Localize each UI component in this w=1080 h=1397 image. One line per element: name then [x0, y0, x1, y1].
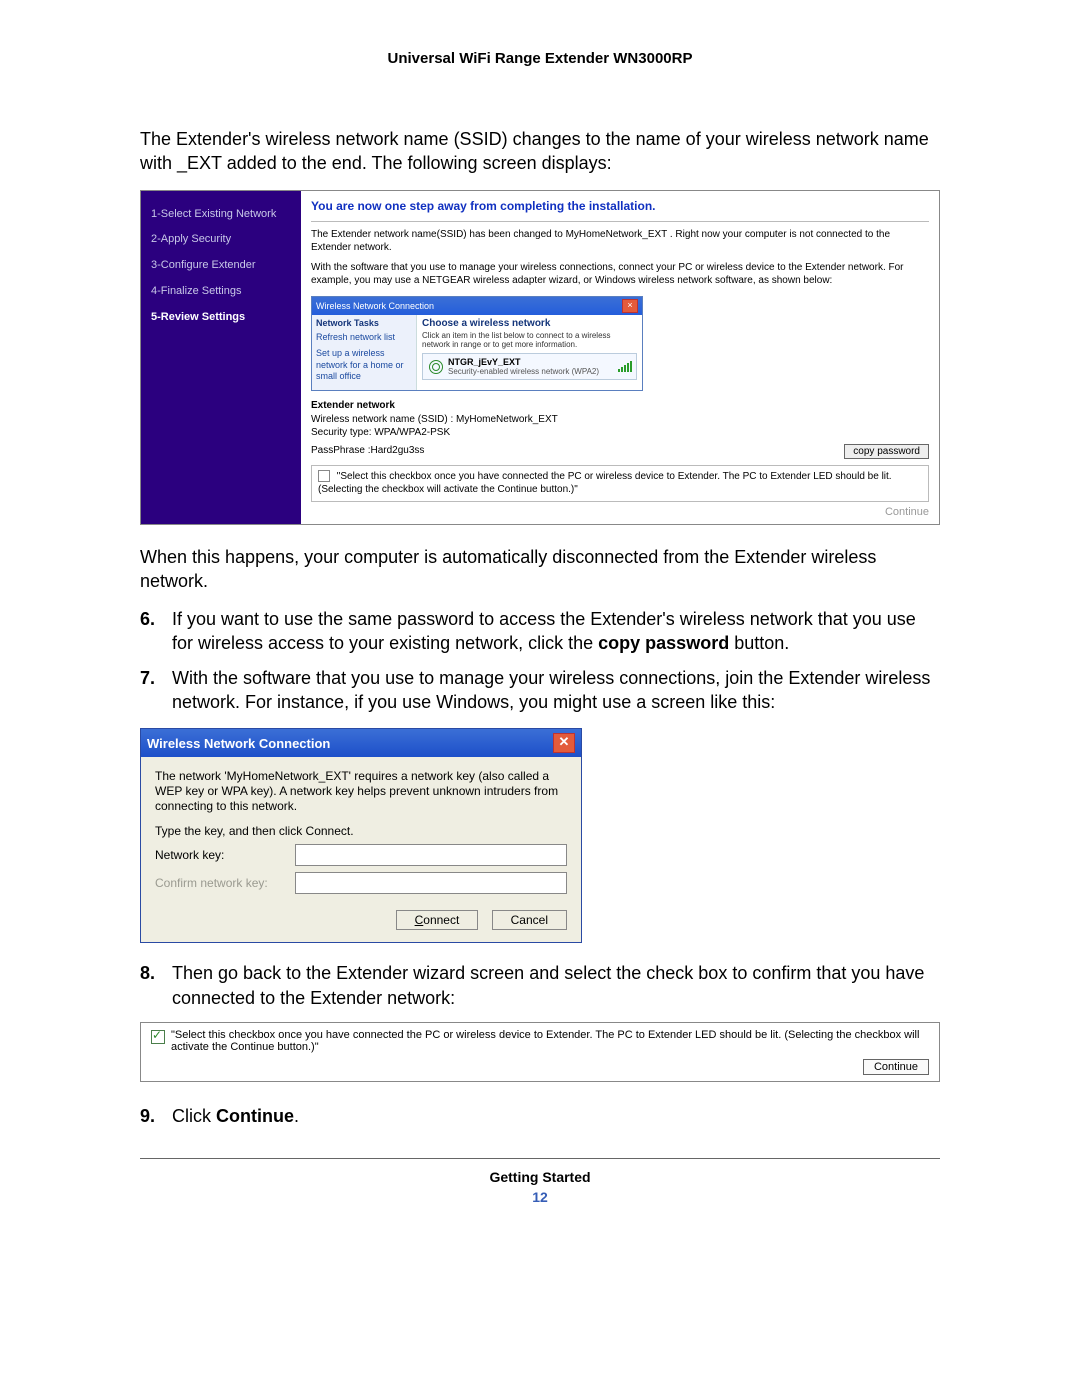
- xp-network-key-dialog: Wireless Network Connection ✕ The networ…: [140, 728, 582, 943]
- wizard-renamed-note: The Extender network name(SSID) has been…: [311, 228, 929, 255]
- signal-strength-icon: [618, 361, 632, 372]
- confirm-connected-checkbox[interactable]: [151, 1030, 165, 1044]
- xp-mini-choose-header: Choose a wireless network: [422, 318, 637, 329]
- step-9: 9. Click Continue.: [140, 1104, 940, 1128]
- confirm-checkbox-unchecked[interactable]: [318, 470, 330, 482]
- wizard-main-pane: You are now one step away from completin…: [301, 191, 939, 524]
- extender-passphrase-line: PassPhrase :Hard2gu3ss: [311, 444, 424, 458]
- xp-dialog-type-hint: Type the key, and then click Connect.: [155, 824, 567, 838]
- wizard-headline: You are now one step away from completin…: [311, 199, 929, 213]
- connect-button[interactable]: Connect: [396, 910, 479, 930]
- confirm-network-key-label: Confirm network key:: [155, 876, 295, 890]
- close-icon[interactable]: ×: [622, 299, 638, 313]
- xp-mini-choose-hint: Click an item in the list below to conne…: [422, 331, 637, 349]
- extender-ssid-line: Wireless network name (SSID) : MyHomeNet…: [311, 413, 929, 427]
- wizard-continue-disabled: Continue: [885, 506, 929, 518]
- wizard-instruction: With the software that you use to manage…: [311, 261, 929, 288]
- extender-network-header: Extender network: [311, 399, 929, 413]
- copy-password-button[interactable]: copy password: [844, 444, 929, 459]
- post-wizard-paragraph: When this happens, your computer is auto…: [140, 545, 940, 594]
- footer-divider: [140, 1158, 940, 1159]
- extender-wizard-screenshot: 1-Select Existing Network 2-Apply Securi…: [140, 190, 940, 525]
- doc-header-title: Universal WiFi Range Extender WN3000RP: [140, 50, 940, 67]
- confirm-checkbox-text: "Select this checkbox once you have conn…: [171, 1029, 929, 1053]
- page-number: 12: [140, 1189, 940, 1205]
- divider: [311, 221, 929, 222]
- network-key-label: Network key:: [155, 848, 295, 862]
- continue-button[interactable]: Continue: [863, 1059, 929, 1075]
- wizard-checkbox-note-text: "Select this checkbox once you have conn…: [318, 471, 892, 496]
- xp-mini-refresh-link[interactable]: Refresh network list: [316, 332, 412, 344]
- intro-paragraph: The Extender's wireless network name (SS…: [140, 127, 940, 176]
- page: Universal WiFi Range Extender WN3000RP T…: [0, 0, 1080, 1397]
- xp-mini-network-name: NTGR_jEvY_EXT: [448, 357, 599, 367]
- wizard-step-2: 2-Apply Security: [151, 230, 291, 250]
- network-key-input[interactable]: [295, 844, 567, 866]
- xp-mini-tasks-header: Network Tasks: [316, 318, 412, 330]
- wizard-step-4: 4-Finalize Settings: [151, 282, 291, 302]
- xp-mini-network-security: Security-enabled wireless network (WPA2): [448, 367, 599, 376]
- wizard-step-3: 3-Configure Extender: [151, 256, 291, 276]
- wizard-step-list: 1-Select Existing Network 2-Apply Securi…: [141, 191, 301, 524]
- xp-dialog-title: Wireless Network Connection: [147, 736, 330, 751]
- close-icon[interactable]: ✕: [553, 733, 575, 753]
- confirm-network-key-input[interactable]: [295, 872, 567, 894]
- footer-section-title: Getting Started: [140, 1169, 940, 1185]
- confirmation-checkbox-box: "Select this checkbox once you have conn…: [140, 1022, 940, 1082]
- wizard-checkbox-note-box: "Select this checkbox once you have conn…: [311, 465, 929, 502]
- xp-mini-network-row[interactable]: NTGR_jEvY_EXT Security-enabled wireless …: [422, 353, 637, 380]
- wizard-step-5-active: 5-Review Settings: [151, 308, 291, 328]
- wizard-step-1: 1-Select Existing Network: [151, 205, 291, 225]
- cancel-button[interactable]: Cancel: [492, 910, 567, 930]
- step-6: 6. If you want to use the same password …: [140, 607, 940, 656]
- xp-dialog-description: The network 'MyHomeNetwork_EXT' requires…: [155, 769, 567, 814]
- extender-security-type-line: Security type: WPA/WPA2-PSK: [311, 426, 929, 440]
- xp-mini-setup-link[interactable]: Set up a wireless network for a home or …: [316, 348, 412, 383]
- xp-wireless-chooser-thumbnail: Wireless Network Connection × Network Ta…: [311, 296, 643, 391]
- step-7: 7. With the software that you use to man…: [140, 666, 940, 715]
- xp-mini-title: Wireless Network Connection: [316, 301, 434, 311]
- wifi-antenna-icon: [427, 359, 443, 373]
- step-8: 8. Then go back to the Extender wizard s…: [140, 961, 940, 1010]
